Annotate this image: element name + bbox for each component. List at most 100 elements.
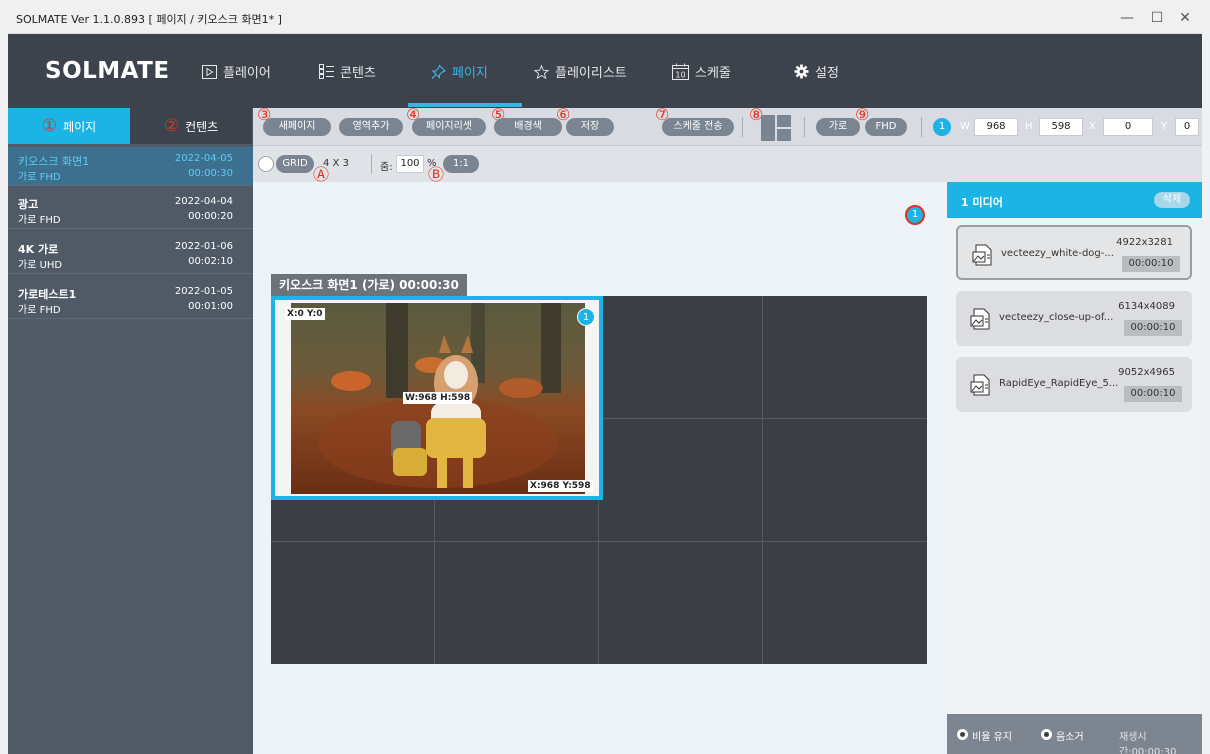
delete-media-button[interactable]: 삭제 — [1154, 192, 1190, 208]
new-page-button[interactable]: 새페이지 — [263, 118, 331, 136]
tab-contents[interactable]: ② 컨텐츠 — [130, 108, 252, 144]
coord-size: W:968 H:598 — [403, 392, 473, 404]
divider — [804, 117, 805, 137]
page-name: 가로테스트1 — [18, 288, 77, 301]
selected-region[interactable]: X:0 Y:0 W:968 H:598 X:968 Y:598 1 — [271, 296, 603, 500]
page-list-item[interactable]: 광고 2022-04-04 가로 FHD 00:00:20 — [8, 190, 253, 229]
height-field[interactable]: 598 — [1039, 118, 1083, 136]
page-list-item[interactable]: 키오스크 화면1 2022-04-05 가로 FHD 00:00:30 — [8, 147, 253, 186]
mute-radio[interactable] — [1041, 729, 1052, 740]
minimize-button[interactable]: — — [1114, 7, 1140, 29]
grid-button[interactable]: GRID — [276, 155, 314, 173]
add-region-button[interactable]: 영역추가 — [339, 118, 403, 136]
media-resolution: 9052x4965 — [1118, 367, 1175, 378]
region-index-badge: 1 — [933, 118, 951, 136]
height-label: H — [1025, 121, 1033, 132]
media-duration[interactable]: 00:00:10 — [1122, 256, 1180, 272]
media-resolution: 6134x4089 — [1118, 301, 1175, 312]
marker-1: ① — [41, 115, 58, 136]
canvas-page-label: 키오스크 화면1 (가로) 00:00:30 — [271, 274, 467, 296]
nav-label-settings: 설정 — [815, 66, 839, 81]
grid-cell[interactable] — [763, 419, 927, 542]
zoom-label: 줌: — [380, 162, 393, 173]
zoom-input[interactable]: 100 — [396, 155, 424, 173]
grid-toggle-radio[interactable] — [258, 156, 274, 172]
nav-item-contents[interactable]: 콘텐츠 — [319, 62, 376, 81]
image-file-icon — [970, 374, 992, 396]
floating-region-badge[interactable]: 1 — [905, 205, 925, 225]
page-duration: 00:02:10 — [188, 256, 233, 267]
gear-icon — [794, 64, 809, 79]
nav-label-page: 페이지 — [452, 66, 488, 81]
page-list-item[interactable]: 4K 가로 2022-01-06 가로 UHD 00:02:10 — [8, 235, 253, 274]
tab-page[interactable]: ① 페이지 — [8, 108, 130, 144]
main-nav: SOLMATE 플레이어 콘텐츠 페이지 플레이리스트 10 스케줄 설정 — [8, 34, 1202, 108]
tab-page-label: 페이지 — [63, 119, 97, 134]
grid-cell[interactable] — [599, 542, 763, 664]
coord-bottom-right: X:968 Y:598 — [528, 480, 593, 492]
page-date: 2022-01-06 — [174, 241, 233, 252]
page-duration: 00:00:30 — [188, 168, 233, 179]
page-name: 광고 — [18, 198, 39, 211]
page-info: 가로 FHD — [18, 172, 61, 183]
keep-ratio-label: 비율 유지 — [972, 732, 1012, 743]
grid-cell[interactable] — [271, 542, 435, 664]
media-name: RapidEye_RapidEye_5... — [999, 378, 1119, 389]
media-duration[interactable]: 00:00:10 — [1124, 386, 1182, 402]
nav-item-settings[interactable]: 설정 — [794, 62, 839, 81]
solmate-logo: SOLMATE — [45, 58, 170, 84]
nav-item-playlist[interactable]: 플레이리스트 — [534, 62, 627, 81]
width-field[interactable]: 968 — [974, 118, 1018, 136]
x-field[interactable]: 0 — [1103, 118, 1153, 136]
page-name: 4K 가로 — [18, 243, 59, 256]
page-reset-button[interactable]: 페이지리셋 — [412, 118, 486, 136]
media-panel-header: 1 미디어 삭제 — [947, 182, 1202, 218]
keep-ratio-radio[interactable] — [957, 729, 968, 740]
maximize-button[interactable]: ☐ — [1144, 7, 1170, 29]
grid-cell[interactable] — [763, 296, 927, 419]
save-button[interactable]: 저장 — [566, 118, 614, 136]
orientation-button[interactable]: 가로 — [816, 118, 860, 136]
nav-label-contents: 콘텐츠 — [340, 66, 376, 81]
page-list-item[interactable]: 가로테스트1 2022-01-05 가로 FHD 00:01:00 — [8, 280, 253, 319]
pin-icon — [431, 63, 446, 79]
page-info: 가로 UHD — [18, 260, 63, 271]
divider — [921, 117, 922, 137]
page-duration: 00:01:00 — [188, 301, 233, 312]
calendar-icon: 10 — [672, 63, 689, 80]
title-bar: SOLMATE Ver 1.1.0.893 [ 페이지 / 키오스크 화면1* … — [8, 2, 1202, 34]
send-schedule-button[interactable]: 스케줄 전송 — [662, 118, 734, 136]
image-file-icon — [972, 244, 994, 266]
page-name: 키오스크 화면1 — [18, 155, 90, 168]
star-icon — [534, 64, 549, 79]
list-icon — [319, 64, 334, 79]
y-field[interactable]: 0 — [1175, 118, 1199, 136]
media-item[interactable]: vecteezy_close-up-of... 6134x4089 00:00:… — [956, 291, 1192, 346]
page-date: 2022-04-04 — [174, 196, 233, 207]
media-item[interactable]: RapidEye_RapidEye_5... 9052x4965 00:00:1… — [956, 357, 1192, 412]
close-button[interactable]: ✕ — [1172, 7, 1198, 29]
tab-contents-label: 컨텐츠 — [185, 119, 219, 134]
playtime-text: 재생시간:00:00:30 — [1119, 732, 1177, 754]
page-toolbar: ③ 새페이지 영역추가 ④ 페이지리셋 ⑤ 배경색 ⑥ 저장 ⑦ 스케줄 전송 … — [253, 107, 1202, 146]
grid-cell[interactable] — [599, 296, 763, 419]
resolution-button[interactable]: FHD — [865, 118, 907, 136]
layout-icon[interactable] — [761, 115, 791, 141]
media-item[interactable]: vecteezy_white-dog-... 4922x3281 00:00:1… — [956, 225, 1192, 280]
nav-item-schedule[interactable]: 10 스케줄 — [672, 62, 731, 81]
background-color-button[interactable]: 배경색 — [494, 118, 562, 136]
grid-cell[interactable] — [763, 542, 927, 664]
media-panel-title: 1 미디어 — [961, 196, 1003, 209]
grid-cell[interactable] — [435, 542, 599, 664]
region-number-badge: 1 — [577, 308, 595, 326]
grid-toolbar: GRID 4 X 3 Ⓐ 줌: 100 % 1:1 Ⓑ — [253, 146, 1202, 183]
media-duration[interactable]: 00:00:10 — [1124, 320, 1182, 336]
nav-label-schedule: 스케줄 — [695, 66, 731, 81]
nav-item-page[interactable]: 페이지 — [431, 62, 488, 81]
nav-item-player[interactable]: 플레이어 — [202, 62, 271, 81]
ratio-1-1-button[interactable]: 1:1 — [443, 155, 479, 173]
x-label: X — [1089, 121, 1096, 132]
grid-cell[interactable] — [599, 419, 763, 542]
y-label: Y — [1161, 121, 1168, 132]
mute-label: 음소거 — [1056, 732, 1084, 743]
